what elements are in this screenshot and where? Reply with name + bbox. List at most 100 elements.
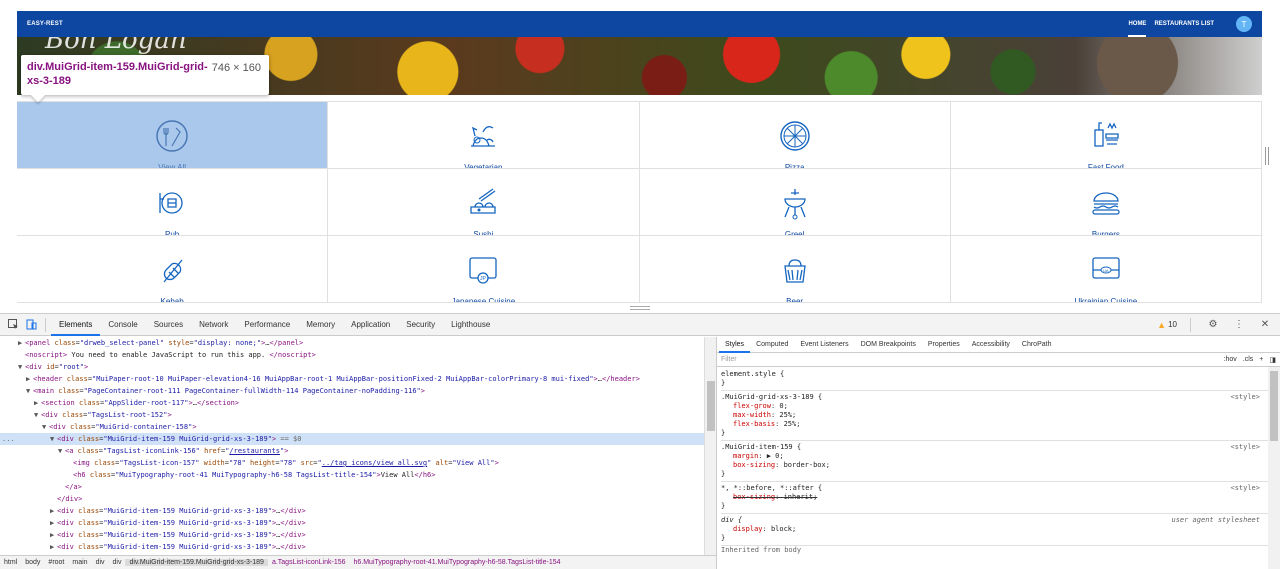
tab-performance[interactable]: Performance xyxy=(236,314,298,336)
tab-network[interactable]: Network xyxy=(191,314,236,336)
close-icon[interactable]: ✕ xyxy=(1259,319,1271,331)
styles-tab-dom-breakpoints[interactable]: DOM Breakpoints xyxy=(855,337,922,353)
dom-node[interactable]: <img class="TagsList-icon-157" width="78… xyxy=(0,457,704,469)
rule-source-link[interactable]: <style> xyxy=(1230,393,1260,401)
tag-tile[interactable]: Vegetarian xyxy=(328,102,640,169)
tag-tile[interactable]: View All xyxy=(17,102,329,169)
css-property[interactable]: display: block; xyxy=(721,525,1276,534)
tag-tile[interactable]: Pub xyxy=(17,169,329,236)
styles-tab-properties[interactable]: Properties xyxy=(922,337,966,353)
css-property[interactable]: flex-grow: 0; xyxy=(721,402,1276,411)
css-rule[interactable]: *, *::before, *::after {<style> box-sizin… xyxy=(721,482,1276,514)
inspect-element-icon[interactable] xyxy=(7,319,19,331)
css-property[interactable]: max-width: 25%; xyxy=(721,411,1276,420)
css-rule[interactable]: div {user agent stylesheet display: block… xyxy=(721,514,1276,546)
dom-node[interactable]: ▼ <main class="PageContainer-root-111 Pag… xyxy=(0,385,704,397)
tab-elements[interactable]: Elements xyxy=(51,314,101,336)
dom-scrollbar[interactable] xyxy=(704,337,716,555)
dom-node[interactable]: ▶ <div class="MuiGrid-item-159 MuiGrid-gr… xyxy=(0,529,704,541)
class-toggle[interactable]: .cls xyxy=(1243,356,1254,363)
warnings-counter[interactable]: ▲ 10 xyxy=(1157,320,1177,330)
styles-tab-computed[interactable]: Computed xyxy=(750,337,794,353)
tab-console[interactable]: Console xyxy=(100,314,145,336)
styles-scrollbar[interactable] xyxy=(1268,367,1280,569)
styles-tab-styles[interactable]: Styles xyxy=(719,337,751,353)
device-toolbar-icon[interactable] xyxy=(25,319,37,331)
dom-node[interactable]: ▶ <div class="MuiGrid-item-159 MuiGrid-gr… xyxy=(0,505,704,517)
dom-node[interactable]: ... ▼ <div class="MuiGrid-item-159 MuiGrid… xyxy=(0,433,704,445)
dom-node[interactable]: <h6 class="MuiTypography-root-41 MuiTypo… xyxy=(0,469,704,481)
new-rule-button[interactable]: + xyxy=(1259,356,1263,363)
tag-tile[interactable]: Kebab xyxy=(17,236,329,303)
tag-tile[interactable]: JP Japanese Cuisine xyxy=(328,236,640,303)
tag-tile[interactable]: Sushi xyxy=(328,169,640,236)
breadcrumb-item[interactable]: a.TagsList-iconLink-156 xyxy=(268,559,350,566)
breadcrumb-item[interactable]: div xyxy=(109,559,126,566)
dom-node[interactable]: ▶ <div class="MuiGrid-item-159 MuiGrid-gr… xyxy=(0,541,704,553)
nav-restaurants-list[interactable]: RESTAURANTS LIST xyxy=(1154,11,1214,37)
gear-icon[interactable]: ⚙ xyxy=(1207,319,1219,331)
breadcrumb-item[interactable]: div xyxy=(92,559,109,566)
breadcrumb-item[interactable]: main xyxy=(68,559,91,566)
devtools-right-controls: ▲ 10 ⚙ ⋮ ✕ xyxy=(1157,317,1280,332)
breadcrumb-item[interactable]: html xyxy=(0,559,21,566)
css-rule[interactable]: element.style {} xyxy=(721,368,1276,391)
css-property[interactable]: box-sizing: inherit; xyxy=(721,493,1276,502)
tag-tile[interactable]: Greel xyxy=(639,169,951,236)
dom-scrollbar-thumb[interactable] xyxy=(707,381,715,431)
dom-node[interactable]: ▶ <section class="AppSlider-root-117">…</… xyxy=(0,397,704,409)
breadcrumb-item[interactable]: body xyxy=(21,559,44,566)
styles-scrollbar-thumb[interactable] xyxy=(1270,371,1278,441)
css-property[interactable]: flex-basis: 25%; xyxy=(721,420,1276,429)
breadcrumb-item[interactable]: #root xyxy=(44,559,68,566)
svg-text:JP: JP xyxy=(480,276,487,282)
dom-node[interactable]: ▶ <div class="MuiGrid-item-159 MuiGrid-gr… xyxy=(0,517,704,529)
css-property[interactable]: margin: ▶ 0; xyxy=(721,452,1276,461)
styles-tab-event-listeners[interactable]: Event Listeners xyxy=(794,337,854,353)
hover-state-toggle[interactable]: :hov xyxy=(1224,356,1237,363)
breadcrumb-item[interactable]: div.MuiGrid-item-159.MuiGrid-grid-xs-3-1… xyxy=(125,559,268,566)
rule-source-link[interactable]: <style> xyxy=(1230,443,1260,451)
devtools-resize-handle[interactable] xyxy=(630,306,650,310)
styles-tabs: Styles Computed Event Listeners DOM Breakpo… xyxy=(717,337,1280,353)
dom-node[interactable]: ▼ <div class="TagsList-root-152"> xyxy=(0,409,704,421)
dom-node[interactable]: <noscript> You need to enable JavaScript… xyxy=(0,349,704,361)
dom-node[interactable]: ▼ <div id="root"> xyxy=(0,361,704,373)
tab-sources[interactable]: Sources xyxy=(146,314,191,336)
tag-label: Beer xyxy=(786,297,804,303)
styles-filter-row: Filter :hov .cls + ◨ xyxy=(717,353,1280,367)
tag-tile[interactable]: Pizza xyxy=(639,102,951,169)
dom-node[interactable]: </div> xyxy=(0,493,704,505)
view-all-icon xyxy=(154,118,190,159)
scroll-handle[interactable] xyxy=(1265,147,1269,165)
css-property[interactable]: box-sizing: border-box; xyxy=(721,461,1276,470)
burger-icon xyxy=(1088,185,1124,226)
tag-tile[interactable]: Beer xyxy=(639,236,951,303)
css-rule[interactable]: .MuiGrid-grid-xs-3-189 {<style> flex-grow… xyxy=(721,391,1276,441)
brand-logo[interactable]: EASY-REST xyxy=(27,21,63,27)
css-rule[interactable]: .MuiGrid-item-159 { <style> margin: ▶ 0; bo… xyxy=(721,441,1276,482)
rule-source-link[interactable]: user agent stylesheet xyxy=(1171,516,1260,524)
computed-sidebar-icon[interactable]: ◨ xyxy=(1269,356,1276,364)
dom-node[interactable]: ▶ <panel class="drweb_select-panel" style… xyxy=(0,337,704,349)
more-options-icon[interactable]: ⋮ xyxy=(1233,319,1245,331)
rule-selector: .MuiGrid-item-159 { xyxy=(721,443,802,451)
styles-filter-input[interactable]: Filter xyxy=(721,356,1224,363)
styles-tab-chropath[interactable]: ChroPath xyxy=(1016,337,1058,353)
avatar[interactable]: T xyxy=(1236,16,1252,32)
dom-node[interactable]: </a> xyxy=(0,481,704,493)
tag-tile[interactable]: Burgers xyxy=(950,169,1262,236)
tab-memory[interactable]: Memory xyxy=(298,314,343,336)
rule-source-link[interactable]: <style> xyxy=(1230,484,1260,492)
tab-lighthouse[interactable]: Lighthouse xyxy=(443,314,498,336)
breadcrumb-item[interactable]: h6.MuiTypography-root-41.MuiTypography-h… xyxy=(350,559,565,566)
dom-node[interactable]: ▶ <header class="MuiPaper-root-10 MuiPape… xyxy=(0,373,704,385)
tag-tile[interactable]: UA Ukrainian Cuisine xyxy=(950,236,1262,303)
tab-security[interactable]: Security xyxy=(398,314,443,336)
nav-home[interactable]: HOME xyxy=(1128,11,1147,37)
dom-node[interactable]: ▼ <a class="TagsList-iconLink-156" href="… xyxy=(0,445,704,457)
dom-node[interactable]: ▼ <div class="MuiGrid-container-158"> xyxy=(0,421,704,433)
tab-application[interactable]: Application xyxy=(343,314,398,336)
tag-tile[interactable]: Fast Food xyxy=(950,102,1262,169)
styles-tab-accessibility[interactable]: Accessibility xyxy=(966,337,1016,353)
